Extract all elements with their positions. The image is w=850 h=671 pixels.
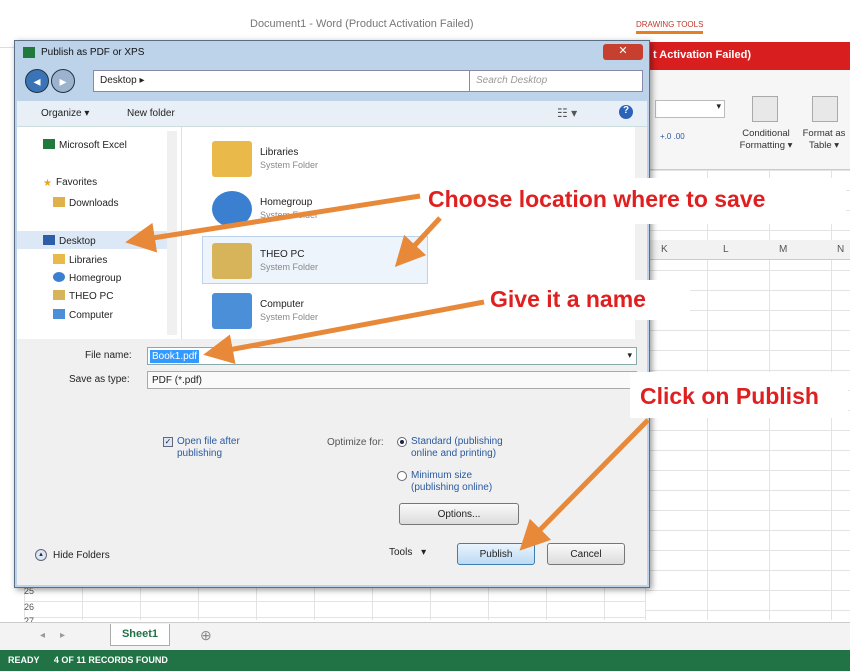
annotation-arrows (125, 193, 650, 551)
arrow-to-publish (519, 418, 650, 551)
arrow-to-file-name (203, 299, 485, 364)
arrow-to-theo-pc (394, 216, 442, 268)
arrow-to-desktop (125, 193, 421, 253)
